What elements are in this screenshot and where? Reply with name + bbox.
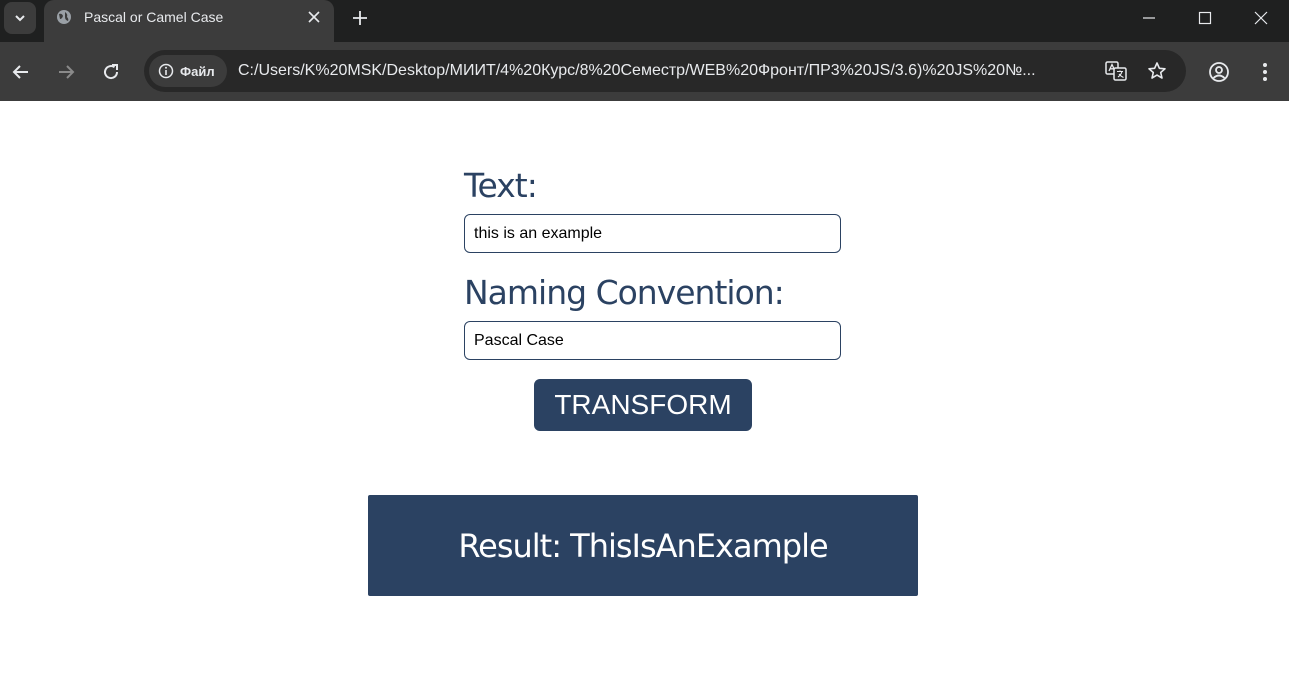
plus-icon xyxy=(353,11,367,25)
arrow-right-icon xyxy=(59,65,75,79)
tab-search-button[interactable] xyxy=(4,2,36,34)
tab-close-button[interactable] xyxy=(306,9,322,25)
minimize-button[interactable] xyxy=(1121,0,1177,36)
info-icon xyxy=(158,63,174,79)
reload-icon xyxy=(104,64,119,80)
naming-convention-label: Naming Convention: xyxy=(464,273,785,312)
forward-button[interactable] xyxy=(50,56,82,88)
site-chip-label: Файл xyxy=(180,63,215,79)
close-window-button[interactable] xyxy=(1233,0,1289,36)
arrow-left-icon xyxy=(12,65,28,79)
site-info-chip[interactable]: Файл xyxy=(149,55,227,87)
transform-button[interactable]: TRANSFORM xyxy=(534,379,752,431)
close-window-icon xyxy=(1254,11,1268,25)
translate-icon xyxy=(1105,61,1127,81)
text-input[interactable] xyxy=(464,214,841,253)
result-text: Result: ThisIsAnExample xyxy=(458,526,828,565)
naming-convention-input[interactable] xyxy=(464,321,841,360)
account-icon xyxy=(1209,62,1229,82)
minimize-icon xyxy=(1143,17,1155,19)
url-text[interactable]: C:/Users/K%20MSK/Desktop/МИИТ/4%20Курс/8… xyxy=(238,61,1086,81)
new-tab-button[interactable] xyxy=(346,4,374,32)
maximize-button[interactable] xyxy=(1177,0,1233,36)
star-icon xyxy=(1148,62,1166,79)
translate-button[interactable] xyxy=(1104,59,1128,83)
more-vertical-icon xyxy=(1263,63,1267,81)
close-icon xyxy=(308,11,320,23)
browser-toolbar: Файл C:/Users/K%20MSK/Desktop/МИИТ/4%20К… xyxy=(0,42,1289,101)
bookmark-button[interactable] xyxy=(1145,59,1169,83)
result-box: Result: ThisIsAnExample xyxy=(368,495,918,596)
address-bar[interactable]: Файл C:/Users/K%20MSK/Desktop/МИИТ/4%20К… xyxy=(144,50,1186,92)
profile-button[interactable] xyxy=(1203,56,1235,88)
maximize-icon xyxy=(1198,11,1212,25)
back-button[interactable] xyxy=(5,56,37,88)
globe-icon xyxy=(57,10,71,24)
text-label: Text: xyxy=(464,166,538,205)
chevron-down-icon xyxy=(15,15,25,22)
tab-title: Pascal or Camel Case xyxy=(84,9,224,25)
tab-strip: Pascal or Camel Case xyxy=(0,0,1289,42)
browser-tab[interactable]: Pascal or Camel Case xyxy=(44,0,334,42)
menu-button[interactable] xyxy=(1249,56,1281,88)
reload-button[interactable] xyxy=(95,56,127,88)
